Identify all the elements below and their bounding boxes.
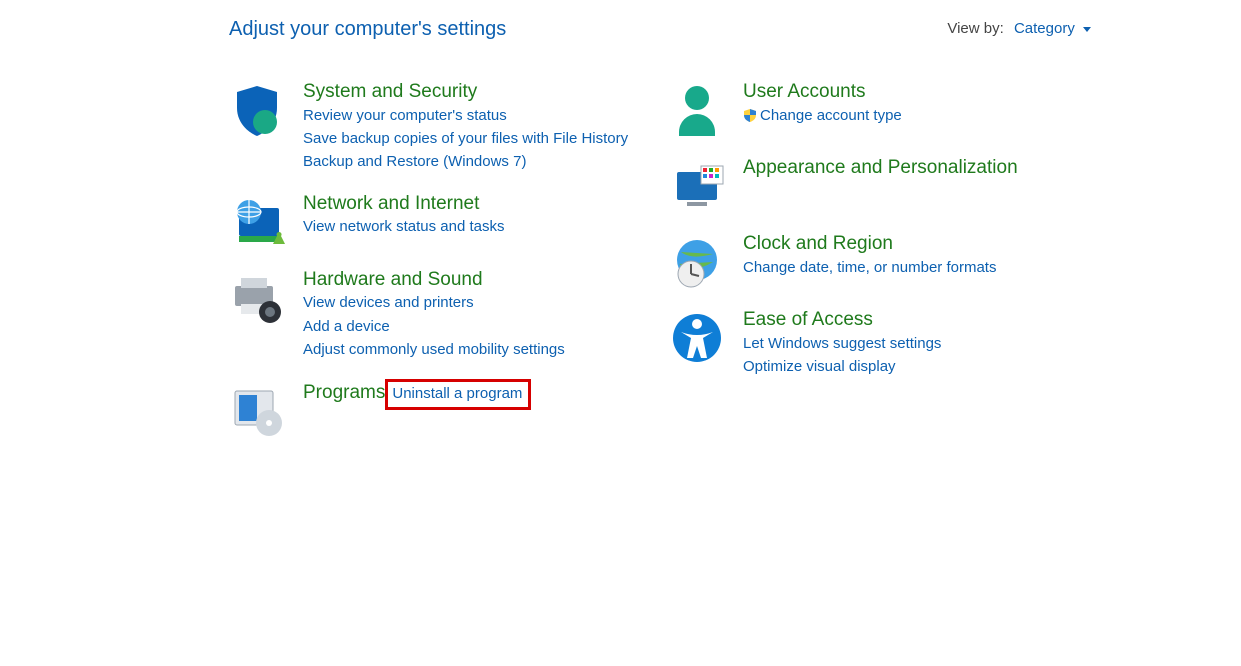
link-text: Change date, time, or number formats xyxy=(743,259,996,276)
link-suggest-settings[interactable]: Let Windows suggest settings xyxy=(743,332,1069,355)
link-review-status[interactable]: Review your computer's status xyxy=(303,104,629,127)
link-devices-printers[interactable]: View devices and printers xyxy=(303,291,629,314)
link-change-account-type[interactable]: Change account type xyxy=(743,104,1069,127)
view-by-value-text: Category xyxy=(1014,20,1075,37)
link-optimize-visual[interactable]: Optimize visual display xyxy=(743,355,1069,378)
link-text: Review your computer's status xyxy=(303,107,507,124)
link-text: Let Windows suggest settings xyxy=(743,335,941,352)
category-system-security: System and Security Review your computer'… xyxy=(229,80,629,174)
uac-shield-icon xyxy=(743,108,757,122)
category-title-appearance[interactable]: Appearance and Personalization xyxy=(743,157,1018,178)
category-appearance: Appearance and Personalization xyxy=(669,156,1069,214)
category-title-network-internet[interactable]: Network and Internet xyxy=(303,193,479,214)
link-text: Uninstall a program xyxy=(392,385,522,402)
globe-clock-icon xyxy=(669,234,725,290)
category-programs: Programs Uninstall a program xyxy=(229,379,629,437)
link-text: Adjust commonly used mobility settings xyxy=(303,341,565,358)
link-add-device[interactable]: Add a device xyxy=(303,315,629,338)
link-text: Add a device xyxy=(303,318,390,335)
category-title-system-security[interactable]: System and Security xyxy=(303,81,477,102)
monitor-tiles-icon xyxy=(669,158,725,214)
category-title-hardware-sound[interactable]: Hardware and Sound xyxy=(303,269,483,290)
link-text: View devices and printers xyxy=(303,294,474,311)
link-network-status[interactable]: View network status and tasks xyxy=(303,215,629,238)
link-text: Change account type xyxy=(760,107,902,124)
chevron-down-icon xyxy=(1083,27,1091,32)
link-text: Backup and Restore (Windows 7) xyxy=(303,153,526,170)
shield-icon xyxy=(229,82,285,138)
user-icon xyxy=(669,82,725,138)
category-hardware-sound: Hardware and Sound View devices and print… xyxy=(229,268,629,362)
category-title-user-accounts[interactable]: User Accounts xyxy=(743,81,866,102)
printer-camera-icon xyxy=(229,270,285,326)
category-ease-of-access: Ease of Access Let Windows suggest settin… xyxy=(669,308,1069,378)
highlight-box: Uninstall a program xyxy=(385,379,531,410)
link-file-history[interactable]: Save backup copies of your files with Fi… xyxy=(303,127,629,150)
view-by-value[interactable]: Category xyxy=(1014,20,1091,37)
link-change-date-time[interactable]: Change date, time, or number formats xyxy=(743,256,1069,279)
programs-disc-icon xyxy=(229,381,285,437)
category-network-internet: Network and Internet View network status … xyxy=(229,192,629,250)
category-title-programs[interactable]: Programs xyxy=(303,382,385,403)
category-title-clock-region[interactable]: Clock and Region xyxy=(743,233,893,254)
category-user-accounts: User Accounts Change account type xyxy=(669,80,1069,138)
view-by-label: View by: xyxy=(947,20,1003,37)
link-mobility[interactable]: Adjust commonly used mobility settings xyxy=(303,338,629,361)
link-backup-restore[interactable]: Backup and Restore (Windows 7) xyxy=(303,150,629,173)
link-text: Optimize visual display xyxy=(743,358,896,375)
category-title-ease-of-access[interactable]: Ease of Access xyxy=(743,309,873,330)
globe-monitor-icon xyxy=(229,194,285,250)
link-text: View network status and tasks xyxy=(303,218,505,235)
view-by-control[interactable]: View by: Category xyxy=(947,20,1091,37)
link-text: Save backup copies of your files with Fi… xyxy=(303,130,628,147)
page-title: Adjust your computer's settings xyxy=(229,18,506,41)
accessibility-icon xyxy=(669,310,725,366)
link-uninstall[interactable]: Uninstall a program xyxy=(392,382,522,405)
category-clock-region: Clock and Region Change date, time, or nu… xyxy=(669,232,1069,290)
